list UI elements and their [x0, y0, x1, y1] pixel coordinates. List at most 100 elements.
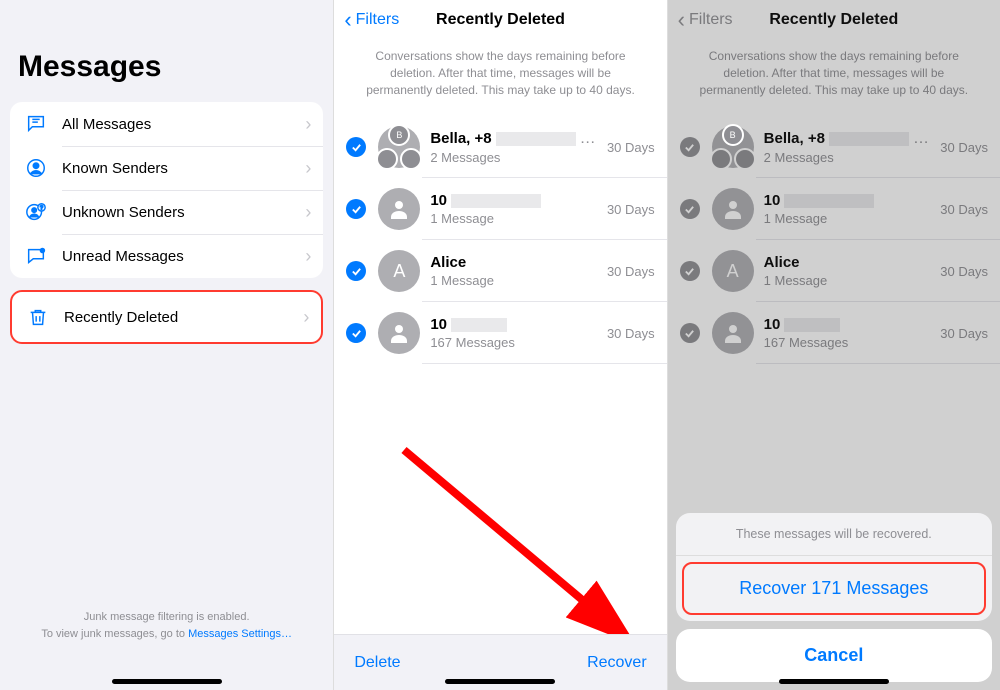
home-indicator[interactable] [779, 679, 889, 684]
conversation-row[interactable]: AAlice1 Message30 Days [334, 240, 666, 302]
nav-title: Recently Deleted [769, 11, 898, 29]
selection-checkmark[interactable] [680, 199, 700, 219]
selection-checkmark[interactable] [680, 137, 700, 157]
filter-known-senders[interactable]: Known Senders › [10, 146, 323, 190]
days-remaining: 30 Days [940, 202, 988, 217]
redacted-text [496, 132, 576, 146]
conversation-row[interactable]: AAlice1 Message30 Days [668, 240, 1000, 302]
redacted-text [829, 132, 909, 146]
filter-label: All Messages [62, 116, 305, 133]
chevron-left-icon: ‹ [344, 9, 351, 31]
days-remaining: 30 Days [607, 264, 655, 279]
person-avatar [712, 188, 754, 230]
conversation-name: Bella, +8 [430, 130, 491, 147]
delete-button[interactable]: Delete [354, 654, 400, 672]
nav-title: Recently Deleted [436, 11, 565, 29]
back-label: Filters [356, 11, 400, 29]
days-remaining: 30 Days [607, 202, 655, 217]
selection-checkmark[interactable] [346, 323, 366, 343]
conversation-subtitle: 1 Message [430, 273, 603, 288]
selection-checkmark[interactable] [680, 261, 700, 281]
conversation-name: 10 [764, 192, 781, 209]
conversation-row[interactable]: B Bella, +8 … 2 Messages30 Days [668, 116, 1000, 178]
conversation-name: 10 [430, 316, 447, 333]
letter-avatar: A [712, 250, 754, 292]
filter-unknown-senders[interactable]: ? Unknown Senders › [10, 190, 323, 234]
conversation-subtitle: 1 Message [764, 211, 937, 226]
cancel-button[interactable]: Cancel [676, 629, 992, 682]
conversation-row[interactable]: 10 1 Message 30 Days [334, 178, 666, 240]
redacted-text [451, 318, 507, 332]
group-avatar: B [378, 126, 420, 168]
group-avatar: B [712, 126, 754, 168]
back-label: Filters [689, 11, 733, 29]
chevron-left-icon: ‹ [678, 9, 685, 31]
chevron-right-icon: › [305, 158, 311, 179]
chat-bubble-icon [22, 110, 50, 138]
back-button[interactable]: ‹ Filters [344, 9, 399, 31]
filter-list: All Messages › Known Senders › ? Unknown… [10, 102, 323, 278]
back-button-disabled: ‹ Filters [678, 9, 733, 31]
nav-bar: ‹ Filters Recently Deleted [668, 0, 1000, 40]
conversation-name: 10 [430, 192, 447, 209]
conversation-row[interactable]: 10 1 Message30 Days [668, 178, 1000, 240]
conversation-subtitle: 167 Messages [764, 335, 937, 350]
person-avatar [378, 312, 420, 354]
selection-checkmark[interactable] [346, 261, 366, 281]
days-remaining: 30 Days [607, 326, 655, 341]
conversation-name: Alice [764, 254, 800, 271]
footer-text-2: To view junk messages, go to [41, 628, 188, 640]
redacted-text [784, 194, 874, 208]
footer-text-1: Junk message filtering is enabled. [84, 611, 250, 623]
filter-unread-messages[interactable]: Unread Messages › [10, 234, 323, 278]
conversation-subtitle: 2 Messages [764, 150, 937, 165]
selection-checkmark[interactable] [346, 199, 366, 219]
selection-checkmark[interactable] [346, 137, 366, 157]
filter-label: Recently Deleted [64, 309, 303, 326]
person-question-icon: ? [22, 198, 50, 226]
conversation-name: 10 [764, 316, 781, 333]
messages-settings-link[interactable]: Messages Settings… [188, 628, 292, 640]
home-indicator[interactable] [445, 679, 555, 684]
redacted-text [784, 318, 840, 332]
days-remaining: 30 Days [607, 140, 655, 155]
messages-filters-pane: Messages All Messages › Known Senders › … [0, 0, 333, 690]
conversation-name: Bella, +8 [764, 130, 825, 147]
filter-all-messages[interactable]: All Messages › [10, 102, 323, 146]
junk-filter-footer: Junk message filtering is enabled. To vi… [0, 609, 333, 642]
chevron-right-icon: › [305, 246, 311, 267]
home-indicator[interactable] [112, 679, 222, 684]
conversation-subtitle: 1 Message [430, 211, 603, 226]
sheet-description: These messages will be recovered. [676, 513, 992, 555]
conversation-subtitle: 2 Messages [430, 150, 603, 165]
svg-text:?: ? [40, 206, 43, 212]
redacted-text [451, 194, 541, 208]
filter-label: Known Senders [62, 160, 305, 177]
ellipsis: … [913, 130, 929, 148]
person-avatar [712, 312, 754, 354]
conversation-list: BBella, +8…2 Messages30 Days101 Message3… [668, 116, 1000, 364]
conversation-row[interactable]: 10167 Messages30 Days [668, 302, 1000, 364]
conversation-subtitle: 1 Message [764, 273, 937, 288]
recently-deleted-pane-dimmed: ‹ Filters Recently Deleted Conversations… [667, 0, 1000, 690]
chevron-right-icon: › [305, 114, 311, 135]
red-arrow-annotation [394, 430, 654, 660]
deletion-info-text: Conversations show the days remaining be… [334, 40, 666, 116]
page-title: Messages [0, 0, 333, 102]
chevron-right-icon: › [305, 202, 311, 223]
chat-dot-icon [22, 242, 50, 270]
person-circle-icon [22, 154, 50, 182]
filter-recently-deleted-highlighted[interactable]: Recently Deleted › [10, 290, 323, 344]
letter-avatar: A [378, 250, 420, 292]
person-avatar [378, 188, 420, 230]
recently-deleted-pane: ‹ Filters Recently Deleted Conversations… [333, 0, 666, 690]
conversation-row[interactable]: 10167 Messages30 Days [334, 302, 666, 364]
conversation-list: BBella, +8…2 Messages30 Days101 Message3… [334, 116, 666, 364]
selection-checkmark[interactable] [680, 323, 700, 343]
filter-label: Unknown Senders [62, 204, 305, 221]
days-remaining: 30 Days [940, 140, 988, 155]
conversation-row[interactable]: BBella, +8…2 Messages30 Days [334, 116, 666, 178]
filter-label: Unread Messages [62, 248, 305, 265]
recover-button[interactable]: Recover [587, 654, 647, 672]
recover-messages-button[interactable]: Recover 171 Messages [682, 562, 986, 615]
